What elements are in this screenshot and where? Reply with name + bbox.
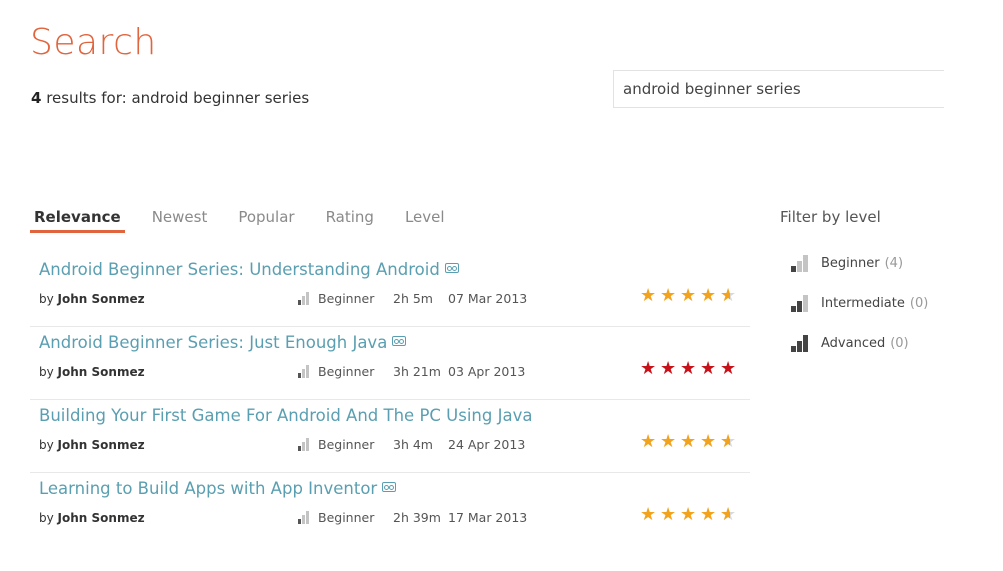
- sort-tabs: Relevance Newest Popular Rating Level: [30, 208, 449, 233]
- level-bars-icon: [298, 438, 310, 451]
- star-icon: ★: [680, 285, 697, 306]
- author-line: by John Sonmez: [39, 511, 145, 525]
- search-input[interactable]: [613, 70, 944, 108]
- course-level: Beginner: [298, 291, 374, 306]
- course-level: Beginner: [298, 510, 374, 525]
- level-bars-icon: [298, 365, 310, 378]
- closed-captions-icon: [382, 482, 397, 492]
- rating-stars: ★ ★ ★ ★ ★: [640, 431, 740, 452]
- result-row: Android Beginner Series: Understanding A…: [30, 254, 750, 327]
- star-icon: ★: [700, 431, 717, 452]
- course-title-link[interactable]: Android Beginner Series: Understanding A…: [39, 260, 459, 279]
- result-row: Building Your First Game For Android And…: [30, 400, 750, 473]
- tab-newest[interactable]: Newest: [148, 208, 212, 233]
- star-icon: ★: [660, 431, 677, 452]
- course-date: 17 Mar 2013: [448, 510, 528, 525]
- course-date: 03 Apr 2013: [448, 364, 526, 379]
- level-bars-icon: [791, 335, 809, 352]
- filter-title: Filter by level: [780, 208, 881, 226]
- star-icon: ★: [680, 431, 697, 452]
- level-bars-icon: [298, 511, 310, 524]
- tab-rating[interactable]: Rating: [322, 208, 378, 233]
- star-icon: ★: [700, 285, 717, 306]
- course-date: 07 Mar 2013: [448, 291, 528, 306]
- rating-stars: ★ ★ ★ ★ ★: [640, 360, 740, 378]
- star-icon: ★: [680, 504, 697, 525]
- tab-level[interactable]: Level: [401, 208, 449, 233]
- result-row: Learning to Build Apps with App Inventor…: [30, 473, 750, 545]
- author-line: by John Sonmez: [39, 292, 145, 306]
- filter-level-advanced[interactable]: Advanced (0): [791, 335, 909, 352]
- star-icon: ★: [660, 504, 677, 525]
- filter-level-intermediate[interactable]: Intermediate (0): [791, 295, 928, 312]
- course-date: 24 Apr 2013: [448, 437, 526, 452]
- search-query-text: android beginner series: [131, 89, 310, 107]
- course-duration: 2h 39m: [393, 510, 441, 525]
- author-line: by John Sonmez: [39, 365, 145, 379]
- star-icon: ★: [640, 285, 657, 306]
- rating-stars: ★ ★ ★ ★ ★: [640, 285, 740, 306]
- star-icon: ★: [700, 504, 717, 525]
- half-star-icon: ★: [720, 506, 740, 525]
- star-icon: ★: [660, 285, 677, 306]
- course-duration: 3h 4m: [393, 437, 433, 452]
- course-level: Beginner: [298, 364, 374, 379]
- author-name[interactable]: John Sonmez: [58, 365, 145, 379]
- level-bars-icon: [298, 292, 310, 305]
- star-icon: ★: [720, 358, 737, 379]
- half-star-icon: ★: [720, 433, 740, 452]
- author-name[interactable]: John Sonmez: [58, 292, 145, 306]
- star-icon: ★: [640, 504, 657, 525]
- course-level: Beginner: [298, 437, 374, 452]
- author-name[interactable]: John Sonmez: [58, 438, 145, 452]
- course-title-link[interactable]: Building Your First Game For Android And…: [39, 406, 532, 425]
- course-duration: 2h 5m: [393, 291, 433, 306]
- level-bars-icon: [791, 295, 809, 312]
- level-bars-icon: [791, 255, 809, 272]
- closed-captions-icon: [444, 263, 459, 273]
- author-line: by John Sonmez: [39, 438, 145, 452]
- half-star-icon: ★: [720, 287, 740, 306]
- star-icon: ★: [640, 431, 657, 452]
- tab-relevance[interactable]: Relevance: [30, 208, 125, 233]
- results-summary: 4 results for: android beginner series: [31, 89, 309, 107]
- course-title-link[interactable]: Android Beginner Series: Just Enough Jav…: [39, 333, 407, 352]
- results-list: Android Beginner Series: Understanding A…: [30, 254, 750, 545]
- star-icon: ★: [640, 358, 657, 379]
- star-icon: ★: [700, 358, 717, 379]
- filter-level-beginner[interactable]: Beginner (4): [791, 255, 903, 272]
- result-row: Android Beginner Series: Just Enough Jav…: [30, 327, 750, 400]
- page-title: Search: [30, 22, 157, 63]
- result-count: 4: [31, 89, 42, 107]
- rating-stars: ★ ★ ★ ★ ★: [640, 504, 740, 525]
- tab-popular[interactable]: Popular: [234, 208, 298, 233]
- author-name[interactable]: John Sonmez: [58, 511, 145, 525]
- closed-captions-icon: [392, 336, 407, 346]
- star-icon: ★: [660, 358, 677, 379]
- star-icon: ★: [680, 358, 697, 379]
- course-title-link[interactable]: Learning to Build Apps with App Inventor: [39, 479, 397, 498]
- course-duration: 3h 21m: [393, 364, 441, 379]
- results-for-label: results for:: [46, 89, 127, 107]
